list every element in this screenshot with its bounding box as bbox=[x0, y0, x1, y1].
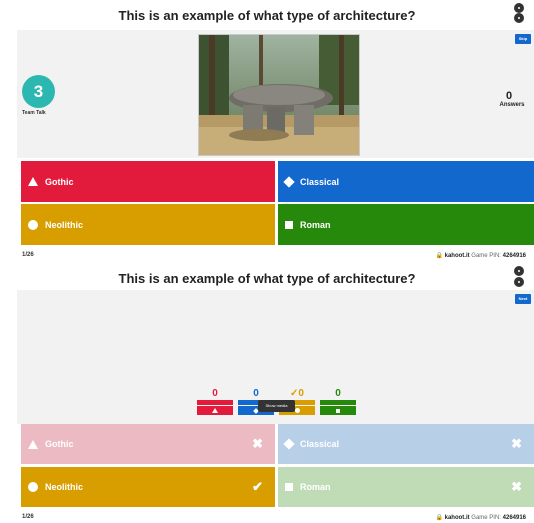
game-pin-info: 🔒 kahoot.it Game PIN: 4264916 bbox=[435, 252, 526, 259]
settings-icon[interactable] bbox=[514, 277, 524, 287]
circle-icon bbox=[294, 408, 300, 413]
pin-value: 4264916 bbox=[502, 253, 526, 259]
answer-option-gothic[interactable]: Gothic bbox=[21, 161, 275, 202]
question-title: This is an example of what type of archi… bbox=[118, 271, 416, 286]
answer-option-gothic: Gothic ✖ bbox=[21, 424, 275, 464]
answer-label: Neolithic bbox=[45, 482, 84, 492]
triangle-icon bbox=[212, 408, 218, 413]
answer-label: Gothic bbox=[45, 176, 74, 187]
question-title: This is an example of what type of archi… bbox=[118, 8, 416, 23]
square-icon bbox=[285, 483, 293, 491]
result-count: 0 bbox=[298, 388, 304, 399]
settings-icon[interactable] bbox=[514, 13, 524, 23]
result-bar-fill bbox=[320, 400, 356, 405]
question-progress: 1/26 bbox=[22, 514, 34, 520]
result-count: 0 bbox=[335, 388, 341, 399]
lock-icon: 🔒 bbox=[435, 515, 443, 521]
skip-button[interactable]: Skip bbox=[515, 34, 531, 44]
game-pin-info: 🔒 kahoot.it Game PIN: 4264916 bbox=[435, 514, 526, 521]
cross-icon: ✖ bbox=[511, 436, 522, 451]
square-icon bbox=[336, 408, 340, 413]
triangle-icon bbox=[28, 439, 38, 449]
timer-badge: 3 bbox=[22, 75, 55, 108]
answers-label: Answers bbox=[499, 102, 525, 108]
diamond-icon bbox=[283, 438, 295, 450]
pin-value: 4264916 bbox=[502, 515, 526, 521]
answer-label: Classical bbox=[300, 439, 340, 449]
result-bar-base bbox=[197, 406, 233, 415]
answer-option-roman[interactable]: Roman bbox=[278, 204, 534, 245]
circle-icon bbox=[28, 482, 38, 492]
question-screen: This is an example of what type of archi… bbox=[0, 0, 534, 262]
site-name: kahoot.it bbox=[444, 253, 470, 259]
diamond-icon bbox=[283, 175, 295, 188]
settings-icon[interactable] bbox=[514, 3, 524, 13]
results-screen: This is an example of what type of archi… bbox=[0, 264, 534, 523]
answers-count: 0 bbox=[505, 90, 513, 102]
pin-label: Game PIN: bbox=[471, 253, 501, 259]
result-count: 0 bbox=[253, 388, 259, 399]
result-count: 0 bbox=[212, 388, 218, 399]
answer-label: Classical bbox=[300, 176, 340, 187]
answer-label: Roman bbox=[300, 219, 331, 230]
team-talk-label: Team Talk bbox=[22, 110, 46, 116]
question-stage: Skip 3 Team Talk 0 Answers bbox=[17, 30, 534, 158]
answer-label: Gothic bbox=[45, 439, 74, 449]
square-icon bbox=[285, 220, 293, 229]
question-progress: 1/26 bbox=[22, 252, 34, 258]
site-name: kahoot.it bbox=[444, 515, 470, 521]
result-bar-base bbox=[320, 406, 356, 415]
answer-option-neolithic: Neolithic ✔ bbox=[21, 467, 275, 507]
lock-icon: 🔒 bbox=[435, 253, 443, 259]
show-media-button[interactable]: Show media bbox=[258, 400, 295, 412]
settings-icon[interactable] bbox=[514, 266, 524, 276]
triangle-icon bbox=[28, 177, 38, 186]
next-button[interactable]: Next bbox=[515, 294, 531, 304]
answer-option-neolithic[interactable]: Neolithic bbox=[21, 204, 275, 245]
question-image bbox=[198, 34, 360, 156]
dolmen-photo bbox=[199, 35, 359, 155]
result-count-correct: ✓0 bbox=[279, 388, 315, 399]
answer-option-roman: Roman ✖ bbox=[278, 467, 534, 507]
answer-label: Roman bbox=[300, 482, 331, 492]
answer-option-classical[interactable]: Classical bbox=[278, 161, 534, 202]
check-icon: ✔ bbox=[252, 479, 263, 494]
cross-icon: ✖ bbox=[252, 436, 263, 451]
circle-icon bbox=[28, 219, 38, 230]
result-bar-fill bbox=[197, 400, 233, 405]
answer-label: Neolithic bbox=[45, 219, 84, 230]
cross-icon: ✖ bbox=[511, 479, 522, 494]
answer-option-classical: Classical ✖ bbox=[278, 424, 534, 464]
pin-label: Game PIN: bbox=[471, 515, 501, 521]
